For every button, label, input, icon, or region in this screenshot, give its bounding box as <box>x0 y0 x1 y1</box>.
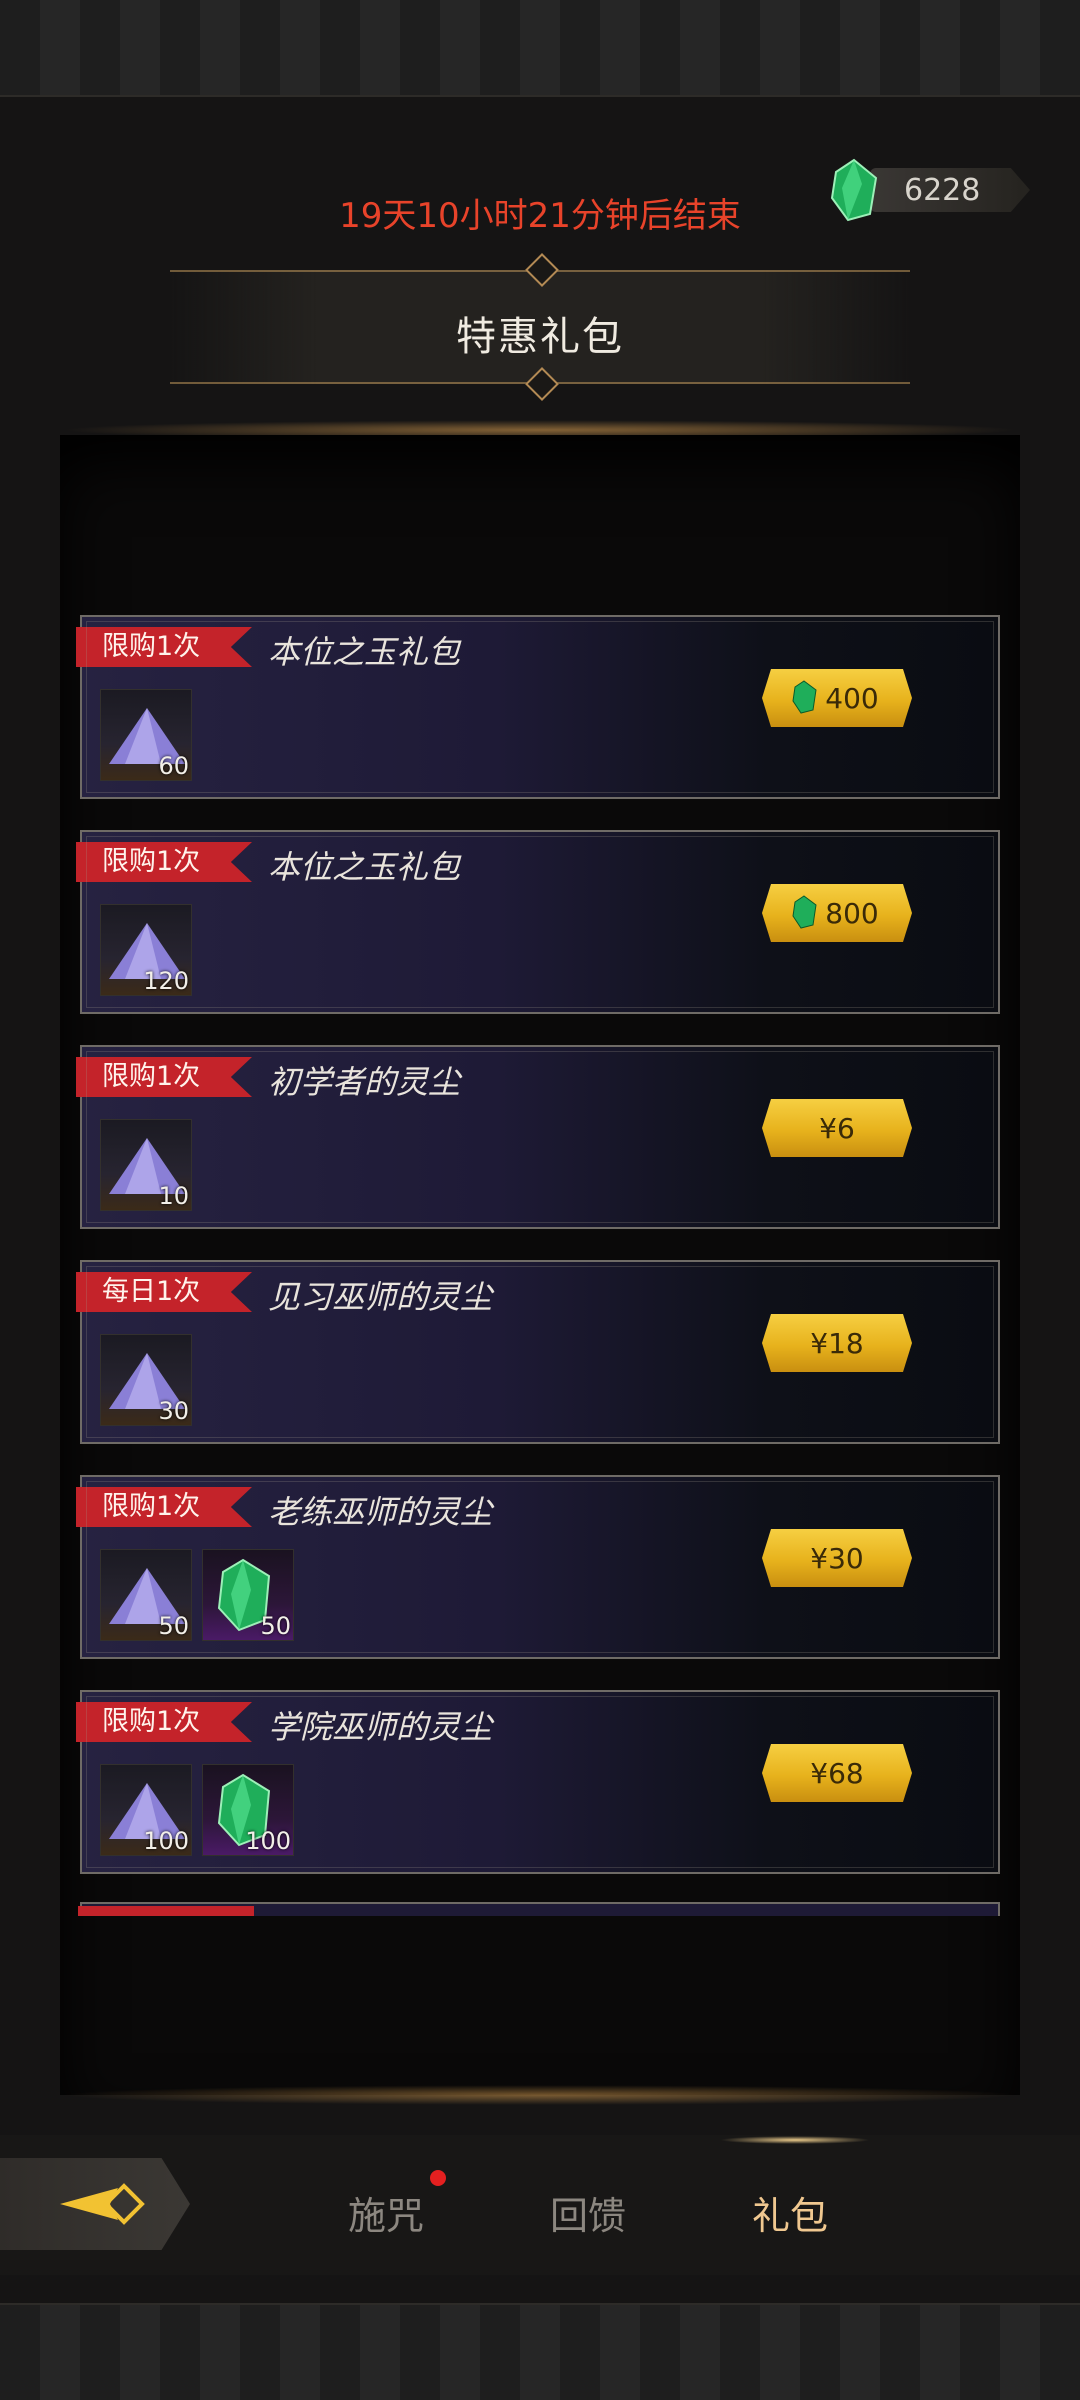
price-label: 800 <box>825 897 879 930</box>
buy-button[interactable]: ¥30 <box>762 1529 912 1587</box>
panel-glow-bottom <box>60 2085 1020 2105</box>
item-quantity: 60 <box>158 752 189 780</box>
price-label: ¥30 <box>810 1542 864 1575</box>
item-quantity: 100 <box>143 1827 189 1855</box>
reward-item[interactable]: 50 <box>202 1549 294 1641</box>
item-quantity: 100 <box>245 1827 291 1855</box>
pack-name: 学院巫师的灵尘 <box>268 1708 493 1746</box>
pack-card[interactable]: 限购1次 老练巫师的灵尘 50 50 ¥30 <box>76 1475 1000 1659</box>
bottom-ornament <box>0 2303 1080 2400</box>
reward-item[interactable]: 100 <box>100 1764 192 1856</box>
pack-name: 见习巫师的灵尘 <box>268 1278 493 1316</box>
pack-card[interactable]: 限购1次 学院巫师的灵尘 100 100 ¥68 <box>76 1690 1000 1874</box>
limit-tag: 限购1次 <box>76 1057 252 1097</box>
pack-name: 初学者的灵尘 <box>268 1063 461 1101</box>
buy-button[interactable]: 800 <box>762 884 912 942</box>
pack-card-partial[interactable] <box>78 1902 1000 1916</box>
pack-card[interactable]: 限购1次 本位之玉礼包 60 400 <box>76 615 1000 799</box>
buy-button[interactable]: 400 <box>762 669 912 727</box>
pack-card[interactable]: 限购1次 初学者的灵尘 10 ¥6 <box>76 1045 1000 1229</box>
reward-item[interactable]: 100 <box>202 1764 294 1856</box>
pack-card[interactable]: 每日1次 见习巫师的灵尘 30 ¥18 <box>76 1260 1000 1444</box>
limit-tag <box>78 1906 254 1916</box>
currency-value: 6228 <box>904 173 981 208</box>
reward-item[interactable]: 30 <box>100 1334 192 1426</box>
item-quantity: 30 <box>158 1397 189 1425</box>
green-gem-icon <box>830 158 878 222</box>
back-arrow-icon <box>60 2183 145 2225</box>
reward-item[interactable]: 60 <box>100 689 192 781</box>
limit-tag: 限购1次 <box>76 1702 252 1742</box>
limit-tag: 限购1次 <box>76 842 252 882</box>
item-quantity: 10 <box>158 1182 189 1210</box>
active-tab-indicator <box>720 2136 870 2144</box>
pack-name: 本位之玉礼包 <box>268 848 461 886</box>
item-quantity: 50 <box>260 1612 291 1640</box>
title-band: 特惠礼包 <box>170 270 910 384</box>
limit-tag: 限购1次 <box>76 627 252 667</box>
back-button[interactable] <box>0 2158 190 2250</box>
page-title: 特惠礼包 <box>456 314 624 360</box>
price-label: 400 <box>825 682 879 715</box>
pack-name: 老练巫师的灵尘 <box>268 1493 493 1531</box>
price-label: ¥18 <box>810 1327 864 1360</box>
currency-display[interactable]: 6228 <box>870 168 1030 212</box>
buy-button[interactable]: ¥18 <box>762 1314 912 1372</box>
limit-tag: 限购1次 <box>76 1487 252 1527</box>
item-quantity: 50 <box>158 1612 189 1640</box>
item-quantity: 120 <box>143 967 189 995</box>
buy-button[interactable]: ¥6 <box>762 1099 912 1157</box>
tab-cast[interactable]: 施咒 <box>348 2185 424 2240</box>
tab-gift-pack[interactable]: 礼包 <box>752 2185 828 2240</box>
price-label: ¥68 <box>810 1757 864 1790</box>
buy-button[interactable]: ¥68 <box>762 1744 912 1802</box>
limit-tag: 每日1次 <box>76 1272 252 1312</box>
reward-item[interactable]: 10 <box>100 1119 192 1211</box>
reward-item[interactable]: 120 <box>100 904 192 996</box>
reward-item[interactable]: 50 <box>100 1549 192 1641</box>
pack-card[interactable]: 限购1次 本位之玉礼包 120 800 <box>76 830 1000 1014</box>
tab-feedback[interactable]: 回馈 <box>550 2185 626 2240</box>
notification-badge <box>430 2170 446 2186</box>
price-label: ¥6 <box>819 1112 855 1145</box>
pack-name: 本位之玉礼包 <box>268 633 461 671</box>
top-ornament <box>0 0 1080 97</box>
